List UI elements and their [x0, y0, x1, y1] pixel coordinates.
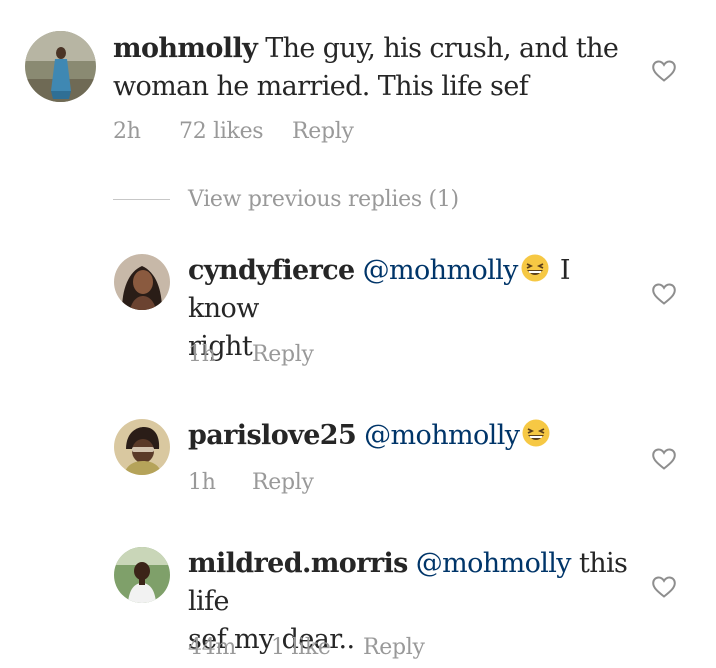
mention-link[interactable]: @mohmolly: [416, 548, 572, 579]
grinning-squinting-face-emoji: [520, 253, 550, 283]
heart-outline-icon[interactable]: [651, 447, 677, 471]
reply-button[interactable]: Reply: [252, 341, 314, 369]
reply-button[interactable]: Reply: [252, 469, 314, 497]
comment-meta: 1h Reply: [188, 341, 388, 369]
comment-time: 1h: [188, 342, 216, 367]
comment-username[interactable]: mohmolly: [113, 33, 258, 64]
comment-time: 1h: [188, 470, 216, 495]
avatar-parislove25[interactable]: [114, 419, 170, 475]
grinning-squinting-face-emoji: [521, 418, 551, 448]
avatar-cyndyfierce[interactable]: [114, 254, 170, 310]
comment-cyndyfierce: cyndyfierce @mohmolly I know right 1h Re…: [0, 240, 716, 380]
mention-link[interactable]: @mohmolly: [363, 255, 519, 286]
comment-mildred-morris: mildred.morris @mohmolly this life sef m…: [0, 533, 716, 668]
comment-username[interactable]: cyndyfierce: [188, 255, 355, 286]
comment-text: parislove25 @mohmolly: [188, 417, 648, 455]
replies-divider: [113, 199, 170, 200]
comment-likes-count[interactable]: 1 like: [271, 634, 331, 662]
comment-body-line2: woman he married. This life sef: [113, 71, 529, 102]
avatar-mohmolly[interactable]: [25, 31, 96, 102]
comment-likes-count[interactable]: 72 likes: [179, 118, 264, 146]
reply-button[interactable]: Reply: [363, 634, 425, 662]
heart-outline-icon[interactable]: [651, 59, 677, 83]
comment-text: mohmolly The guy, his crush, and the wom…: [113, 30, 653, 106]
reply-button[interactable]: Reply: [292, 118, 354, 146]
comment-username[interactable]: parislove25: [188, 420, 357, 451]
mention-link[interactable]: @mohmolly: [364, 420, 520, 451]
comment-meta: 2h 72 likes Reply: [113, 118, 413, 146]
comment-mohmolly: mohmolly The guy, his crush, and the wom…: [0, 0, 716, 160]
comment-meta: 1h Reply: [188, 469, 388, 497]
avatar-mildred-morris[interactable]: [114, 547, 170, 603]
comment-time: 44m: [188, 635, 236, 660]
comment-parislove25: parislove25 @mohmolly 1h Reply: [0, 405, 716, 515]
comment-time: 2h: [113, 119, 141, 144]
view-previous-replies-label[interactable]: View previous replies (1): [188, 184, 459, 216]
comment-meta: 44m 1 like Reply: [188, 634, 488, 662]
heart-outline-icon[interactable]: [651, 282, 677, 306]
heart-outline-icon[interactable]: [651, 575, 677, 599]
comment-body-line1: The guy, his crush, and the: [265, 33, 619, 64]
view-previous-replies[interactable]: View previous replies (1): [113, 184, 533, 216]
comment-username[interactable]: mildred.morris: [188, 548, 408, 579]
